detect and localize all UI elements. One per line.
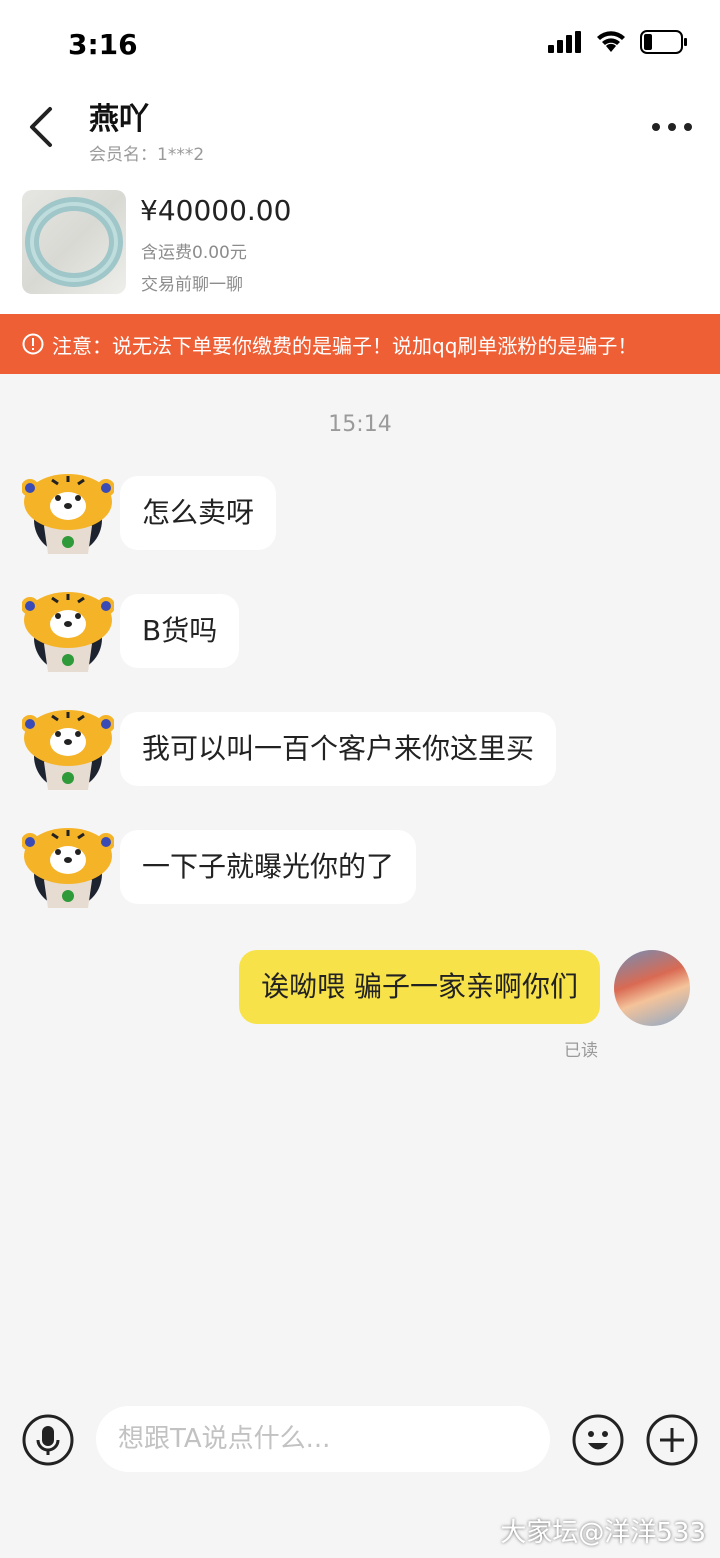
- input-bar: [0, 1400, 720, 1480]
- outgoing-bubble[interactable]: 诶呦喂 骗子一家亲啊你们: [239, 950, 600, 1024]
- watermark: 大家坛@洋洋533: [500, 1518, 706, 1548]
- read-status: 已读: [564, 1041, 598, 1061]
- more-dots-icon: [652, 123, 692, 131]
- incoming-bubble[interactable]: B货吗: [120, 594, 240, 668]
- tiger-avatar[interactable]: [22, 706, 114, 790]
- tiger-avatar[interactable]: [22, 470, 114, 554]
- contact-name: 燕吖: [89, 102, 149, 137]
- product-shipping: 含运费0.00元: [141, 243, 247, 263]
- fraud-warning-banner: 注意：说无法下单要你缴费的是骗子！说加qq刷单涨粉的是骗子！: [0, 314, 720, 374]
- emoji-button[interactable]: [572, 1414, 624, 1466]
- incoming-bubble[interactable]: 怎么卖呀: [120, 476, 277, 550]
- member-name-label: 会员名：1***2: [89, 145, 205, 165]
- product-image-jade-bangle: [22, 190, 126, 294]
- status-time: 3:16: [68, 28, 138, 61]
- product-card[interactable]: ¥40000.00 含运费0.00元 交易前聊一聊: [0, 172, 720, 314]
- tiger-avatar[interactable]: [22, 588, 114, 672]
- tiger-avatar[interactable]: [22, 824, 114, 908]
- more-actions-button[interactable]: [646, 1414, 698, 1466]
- status-bar: 3:16: [0, 0, 720, 90]
- my-avatar[interactable]: [614, 950, 690, 1026]
- alert-circle-icon: [22, 333, 44, 355]
- wifi-icon: [597, 31, 625, 52]
- microphone-icon: [22, 1414, 74, 1466]
- back-button[interactable]: [22, 104, 62, 150]
- incoming-bubble[interactable]: 我可以叫一百个客户来你这里买: [120, 712, 557, 786]
- more-options-button[interactable]: [650, 112, 694, 142]
- smiley-icon: [572, 1414, 624, 1466]
- incoming-bubble[interactable]: 一下子就曝光你的了: [120, 830, 417, 904]
- chevron-left-icon: [30, 107, 52, 147]
- warning-text: 注意：说无法下单要你缴费的是骗子！说加qq刷单涨粉的是骗子！: [52, 333, 638, 358]
- chat-timestamp: 15:14: [328, 412, 392, 437]
- voice-input-button[interactable]: [22, 1414, 74, 1466]
- message-input[interactable]: [96, 1406, 550, 1472]
- status-icons: [548, 30, 688, 54]
- chat-header: 燕吖 会员名：1***2: [0, 90, 720, 172]
- product-price: ¥40000.00: [140, 194, 292, 227]
- plus-icon: [646, 1414, 698, 1466]
- product-chat-hint: 交易前聊一聊: [141, 275, 243, 295]
- signal-icon: [548, 31, 581, 53]
- battery-icon: [640, 30, 687, 54]
